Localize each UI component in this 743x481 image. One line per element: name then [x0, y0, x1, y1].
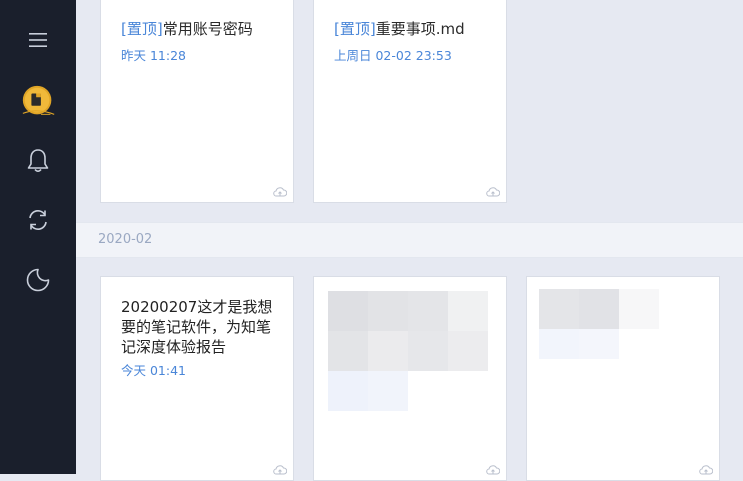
note-card[interactable]: [置顶]重要事项.md 上周日 02-02 23:53 [313, 0, 507, 203]
note-time: 今天 01:41 [121, 363, 186, 378]
cloud-upload-icon [699, 465, 713, 475]
pin-label: [置顶] [121, 20, 163, 38]
sync-icon[interactable] [24, 206, 52, 234]
note-title: [置顶]重要事项.md [334, 19, 494, 39]
note-time: 昨天 11:28 [121, 48, 186, 63]
note-title: [置顶]常用账号密码 [121, 19, 281, 39]
month-section-header: 2020-02 [76, 222, 743, 258]
bell-icon[interactable] [24, 147, 52, 175]
sidebar [0, 0, 76, 474]
notes-panel: [置顶]常用账号密码 昨天 11:28 [置顶]重要事项.md 上周日 02-0… [76, 0, 743, 481]
note-time: 上周日 02-02 23:53 [334, 48, 452, 63]
month-label: 2020-02 [98, 232, 153, 247]
note-card[interactable]: 20200207这才是我想要的笔记软件，为知笔记深度体验报告 今天 01:41 [100, 276, 294, 481]
cloud-upload-icon [273, 465, 287, 475]
moon-icon[interactable] [24, 266, 52, 294]
note-title-text: 重要事项.md [375, 20, 465, 38]
pin-label: [置顶] [334, 20, 376, 38]
menu-icon[interactable] [24, 26, 52, 54]
cloud-upload-icon [486, 187, 500, 197]
cloud-upload-icon [486, 465, 500, 475]
note-card[interactable] [313, 276, 507, 481]
note-card[interactable]: [置顶]常用账号密码 昨天 11:28 [100, 0, 294, 203]
cloud-upload-icon [273, 187, 287, 197]
note-card[interactable] [526, 276, 720, 481]
avatar[interactable] [20, 84, 58, 120]
note-title-text: 常用账号密码 [162, 20, 253, 38]
note-excerpt: 20200207这才是我想要的笔记软件，为知笔记深度体验报告 [121, 298, 273, 356]
